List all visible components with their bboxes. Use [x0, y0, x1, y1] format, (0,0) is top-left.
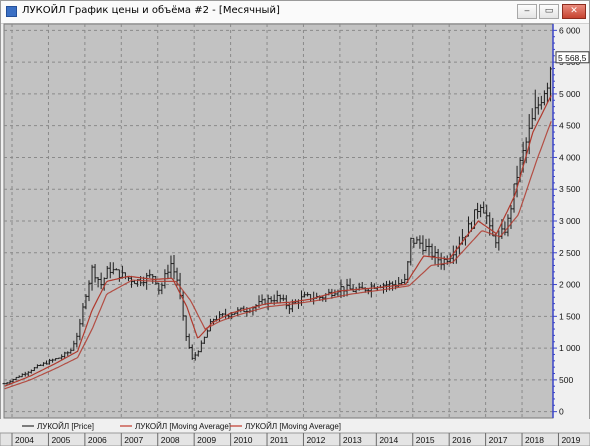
y-tick-label: 1 500 — [559, 311, 581, 321]
y-axis: 0 500 1 000 1 500 2 000 2 500 3 000 3 500 4 000 4… — [552, 24, 581, 418]
plot-area[interactable] — [3, 23, 554, 419]
y-tick-label: 3 000 — [559, 216, 581, 226]
y-tick-label: 4 500 — [559, 121, 581, 131]
y-tick-label: 2 000 — [559, 280, 581, 290]
legend: ЛУКОЙЛ [Price] ЛУКОЙЛ [Moving Average] ЛУК… — [0, 419, 590, 433]
y-tick-label: 500 — [559, 375, 573, 385]
y-tick-label: 3 500 — [559, 184, 581, 194]
x-tick-label: 2012 — [306, 435, 325, 445]
y-tick-label: 4 000 — [559, 152, 581, 162]
x-tick-label: 2016 — [452, 435, 471, 445]
price-chart: 0 500 1 000 1 500 2 000 2 500 3 000 3 500 4 000 4… — [0, 23, 590, 446]
legend-label: ЛУКОЙЛ [Price] — [37, 422, 94, 431]
x-tick-label: 2006 — [88, 435, 107, 445]
y-tick-label: 1 000 — [559, 343, 581, 353]
x-tick-label: 2015 — [416, 435, 435, 445]
x-tick-label: 2014 — [379, 435, 398, 445]
y-tick-label: 5 000 — [559, 89, 581, 99]
y-tick-label: 0 — [559, 407, 564, 417]
y-tick-label: 2 500 — [559, 248, 581, 258]
x-axis: 2004 2005 2006 2007 2008 2009 2010 2011 2012 2013… — [0, 432, 590, 446]
x-tick-label: 2005 — [51, 435, 70, 445]
x-tick-label: 2019 — [561, 435, 580, 445]
legend-label: ЛУКОЙЛ [Moving Average] — [245, 422, 341, 431]
x-tick-label: 2018 — [525, 435, 544, 445]
y-tick-label: 6 000 — [559, 25, 581, 35]
x-tick-label: 2013 — [343, 435, 362, 445]
last-price-marker: 5 568,5 — [555, 51, 590, 64]
last-price-label: 5 568,5 — [558, 53, 587, 63]
x-tick-label: 2009 — [197, 435, 216, 445]
x-tick-label: 2017 — [489, 435, 508, 445]
x-tick-label: 2008 — [161, 435, 180, 445]
x-tick-label: 2011 — [270, 435, 289, 445]
x-tick-label: 2007 — [124, 435, 143, 445]
legend-label: ЛУКОЙЛ [Moving Average] — [135, 422, 231, 431]
x-tick-label: 2010 — [234, 435, 253, 445]
x-tick-label: 2004 — [15, 435, 34, 445]
